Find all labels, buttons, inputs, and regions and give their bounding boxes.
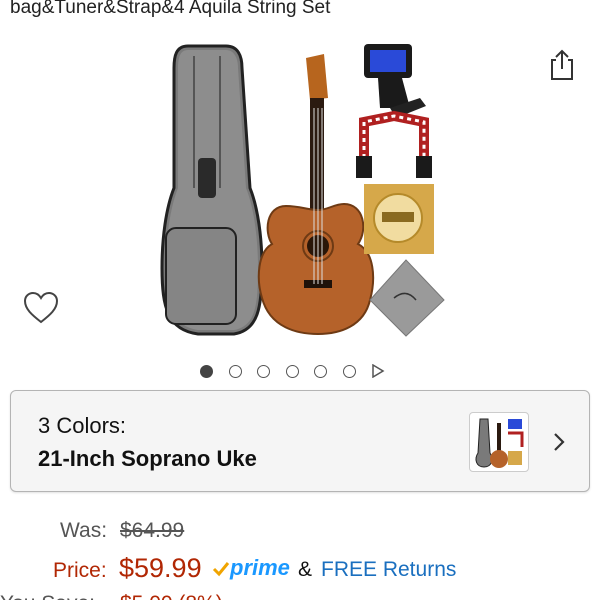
strap-image [356,110,432,178]
heart-icon [23,291,59,324]
was-price-row: Was: $64.99 [0,519,600,547]
price-row: Price: $59.99 prime & FREE Returns [0,553,600,589]
save-amount: $5.00 (8%) [120,592,223,600]
product-image[interactable] [158,38,448,340]
tuner-image [364,44,426,118]
chevron-right-icon [554,433,565,451]
string-set-image [364,184,434,254]
current-price: $59.99 [119,553,202,583]
polishing-cloth-image [369,259,445,337]
carousel-dot[interactable] [200,364,213,378]
checkmark-icon [212,562,230,577]
free-returns-link[interactable]: FREE Returns [321,558,456,582]
ukulele-image [257,54,375,336]
carousel-dot[interactable] [257,364,270,378]
share-button[interactable] [546,46,578,82]
carousel-dot[interactable] [342,364,356,378]
variation-value: 21-Inch Soprano Uke [38,446,257,471]
share-icon [551,49,573,80]
prime-text: prime [230,555,290,580]
prime-logo: prime [212,555,292,581]
play-next-icon[interactable] [371,364,385,378]
carousel-dot[interactable] [228,364,242,378]
gig-bag-image [160,44,264,336]
save-label: You Save: [0,592,95,600]
variation-label: 3 Colors: [38,413,127,438]
image-carousel-dots[interactable] [200,362,385,380]
variation-thumbnail [469,412,529,472]
color-variation-selector[interactable]: 3 Colors: 21-Inch Soprano Uke [10,390,590,492]
wishlist-button[interactable] [22,290,60,326]
product-title: bag&Tuner&Strap&4 Aquila String Set [10,0,331,18]
was-price: $64.99 [120,519,185,542]
carousel-dot[interactable] [285,364,299,378]
you-save-row: You Save: $5.00 (8%) [0,592,600,600]
was-label: Was: [60,519,108,542]
price-label: Price: [53,559,107,582]
ampersand: & [298,558,313,581]
carousel-dot[interactable] [314,364,327,378]
